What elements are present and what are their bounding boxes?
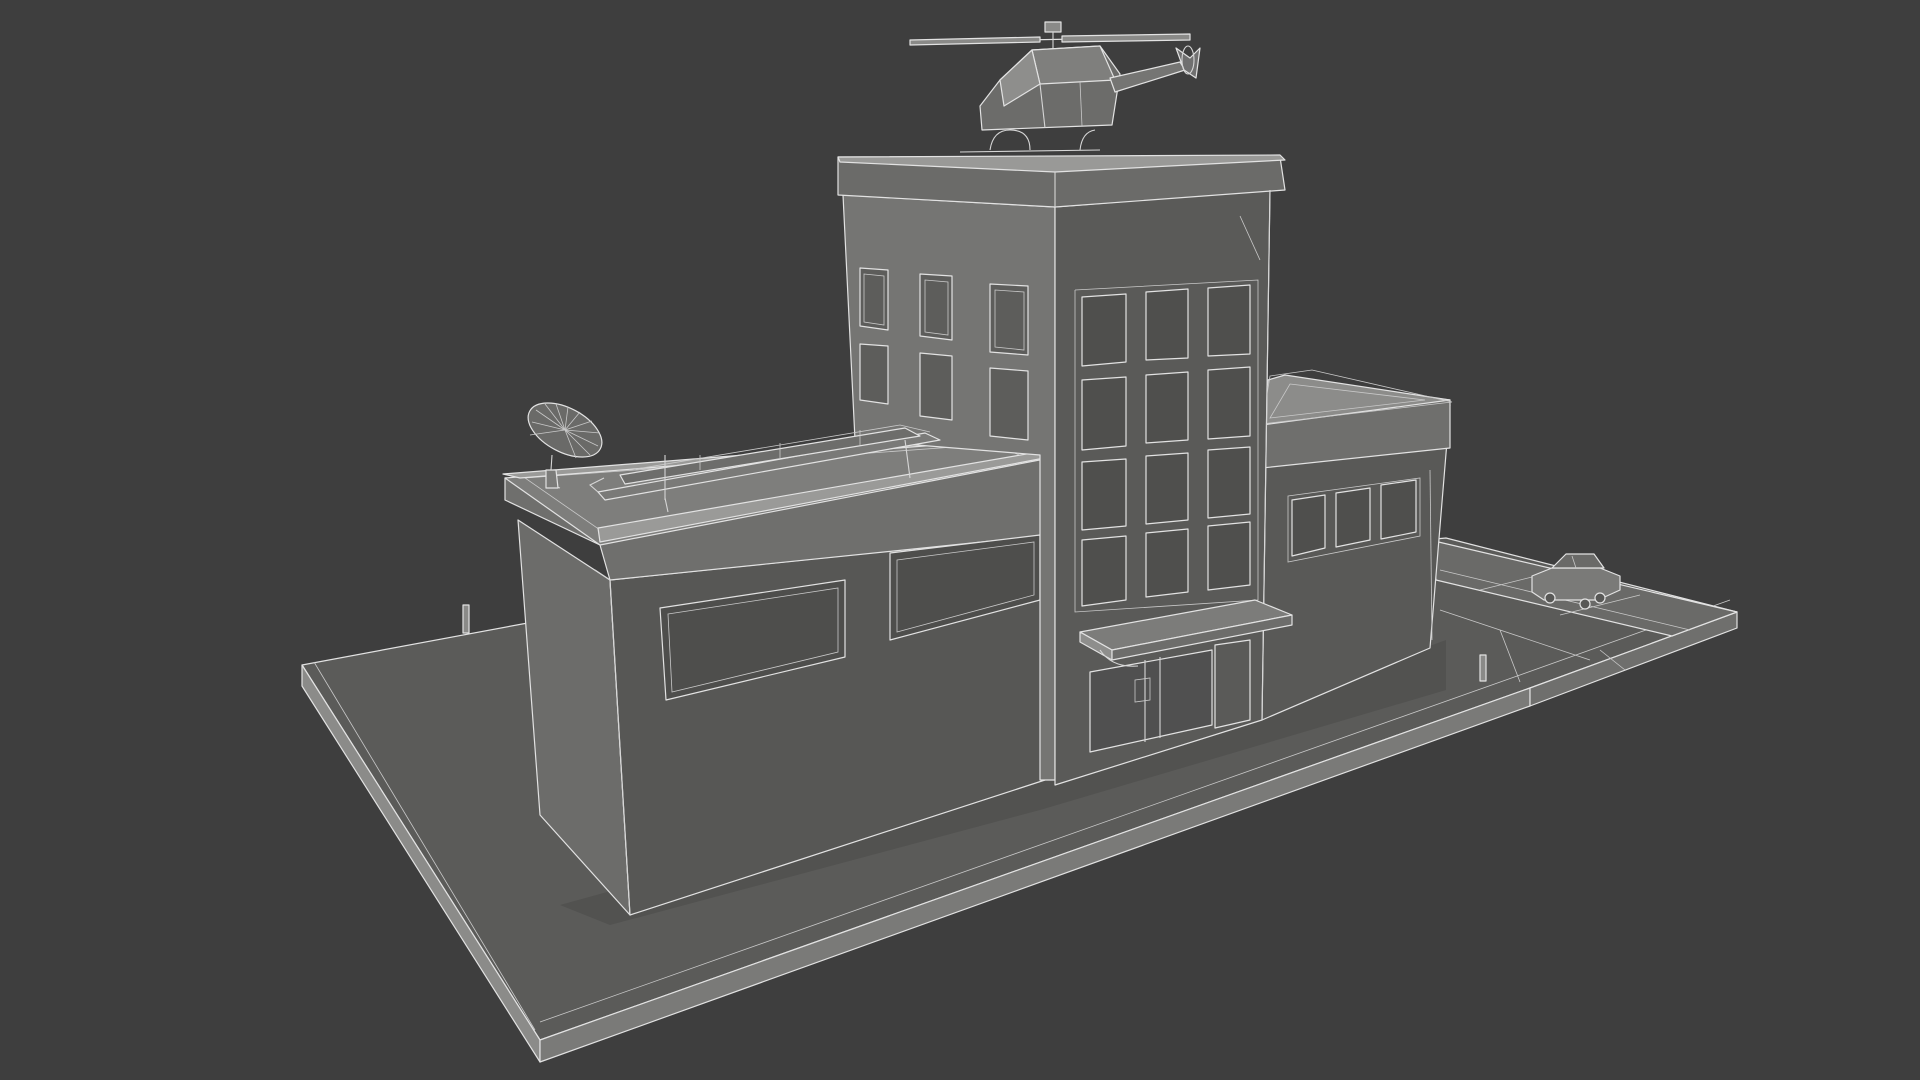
3d-viewport[interactable]: [0, 0, 1920, 1080]
helicopter: [909, 21, 1201, 153]
scene-render: [301, 21, 1738, 1063]
